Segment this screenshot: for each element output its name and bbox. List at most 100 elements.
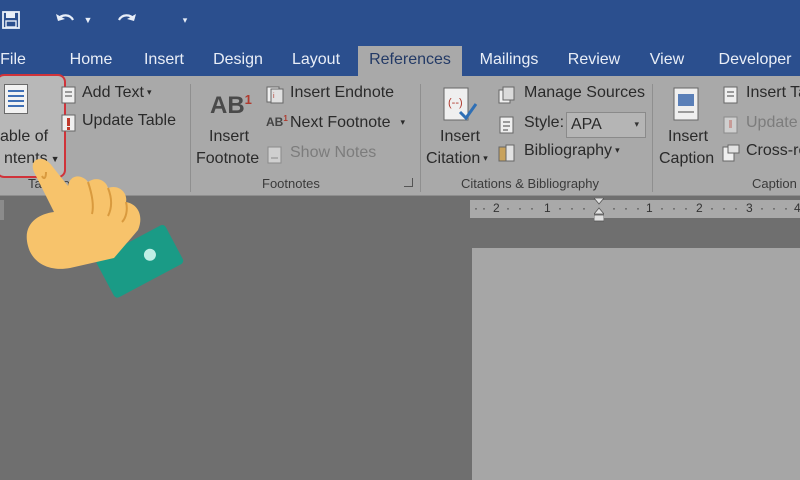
ruler-tick: · <box>760 201 764 215</box>
add-text-icon <box>61 86 76 104</box>
left-ruler-stub <box>0 200 4 220</box>
cross-reference-label: Cross-re <box>746 142 800 159</box>
ruler-tick: · <box>772 201 776 215</box>
ribbon-tab-bar: File Home Insert Design Layout Reference… <box>0 40 800 76</box>
pointing-hand-icon <box>18 150 188 310</box>
style-icon <box>499 116 514 134</box>
ruler-tick: · <box>518 201 522 215</box>
group-divider <box>652 84 653 192</box>
ruler-tick: · <box>734 201 738 215</box>
tab-developer[interactable]: Developer <box>710 46 800 76</box>
ruler-tick: · <box>784 201 788 215</box>
insert-citation-label-line1: Insert <box>440 128 481 145</box>
update-table-icon <box>61 114 76 132</box>
insert-caption-icon <box>673 87 699 121</box>
tab-layout[interactable]: Layout <box>286 46 346 76</box>
ruler-tick: · <box>558 201 562 215</box>
update-table-icon <box>723 116 738 134</box>
chevron-down-icon: ▾ <box>615 145 620 156</box>
ruler-tick: · <box>660 201 664 215</box>
update-table-of-figures-button[interactable]: Update <box>722 114 800 136</box>
chevron-down-icon: ▾ <box>146 87 152 98</box>
ruler-label: 4 <box>794 201 800 215</box>
tab-home[interactable]: Home <box>64 46 118 76</box>
ruler-tick: · <box>636 201 640 215</box>
table-of-contents-icon <box>4 84 28 114</box>
update-table-of-figures-label: Update <box>746 114 798 131</box>
ruler-tick: · <box>482 201 486 215</box>
customize-toolbar-icon[interactable]: ▾ <box>178 8 192 32</box>
tab-insert[interactable]: Insert <box>138 46 190 76</box>
bibliography-label: Bibliography ▾ <box>524 142 620 159</box>
style-selector: Style: APA ▾ <box>498 112 650 138</box>
next-footnote-button[interactable]: AB1 Next Footnote ▾ <box>266 114 412 136</box>
insert-endnote-icon: i <box>266 86 284 104</box>
insert-citation-label-line2: Citation ▾ <box>426 150 488 167</box>
tab-view[interactable]: View <box>644 46 690 76</box>
group-divider <box>420 84 421 192</box>
captions-group-label: Caption <box>752 176 797 191</box>
insert-table-of-figures-label: Insert Ta <box>746 84 800 101</box>
ruler-tick: · <box>710 201 714 215</box>
tab-review[interactable]: Review <box>562 46 626 76</box>
ruler-label: 2 <box>493 201 500 215</box>
add-text-button[interactable]: Add Text ▾ <box>60 84 170 106</box>
tab-file[interactable]: File <box>0 46 30 76</box>
ruler-tick: · <box>582 201 586 215</box>
insert-footnote-label-line2: Footnote <box>196 150 260 167</box>
document-page[interactable] <box>472 248 800 480</box>
style-dropdown-value: APA <box>571 116 602 133</box>
style-label: Style: <box>524 114 565 131</box>
add-text-label: Add Text ▾ <box>82 84 152 101</box>
insert-table-of-figures-button[interactable]: Insert Ta <box>722 84 800 106</box>
insert-caption-label-line1: Insert <box>668 128 709 145</box>
ruler-tick: · <box>684 201 688 215</box>
insert-footnote-button[interactable]: AB1 Insert Footnote <box>196 82 262 172</box>
tab-references[interactable]: References <box>358 46 462 76</box>
ruler-tick: · <box>624 201 628 215</box>
bibliography-button[interactable]: Bibliography ▾ <box>498 142 638 164</box>
show-notes-icon <box>267 146 282 164</box>
footnotes-group-label: Footnotes <box>262 176 320 191</box>
manage-sources-button[interactable]: Manage Sources <box>498 84 646 106</box>
insert-endnote-label: Insert Endnote <box>290 84 395 101</box>
tab-design[interactable]: Design <box>208 46 268 76</box>
footnote-icon: AB1 <box>210 92 252 119</box>
bibliography-icon <box>498 144 515 162</box>
svg-text:(--): (--) <box>448 97 463 109</box>
indent-marker-icon[interactable] <box>593 197 605 222</box>
redo-icon[interactable] <box>114 8 140 32</box>
cross-reference-button[interactable]: Cross-re <box>722 142 800 164</box>
table-of-figures-icon <box>723 86 738 104</box>
insert-footnote-label-line1: Insert <box>209 128 250 145</box>
insert-citation-button[interactable]: (--) Insert Citation ▾ <box>424 82 496 172</box>
show-notes-button[interactable]: Show Notes <box>266 144 386 166</box>
next-footnote-icon: AB1 <box>266 114 288 129</box>
save-icon[interactable] <box>0 8 22 32</box>
tab-mailings[interactable]: Mailings <box>472 46 546 76</box>
manage-sources-icon <box>498 86 515 104</box>
ruler-tick: · <box>672 201 676 215</box>
ruler-label: · <box>474 201 478 215</box>
next-footnote-label: Next Footnote ▾ <box>290 114 406 131</box>
undo-dropdown-icon[interactable]: ▼ <box>82 8 94 32</box>
citations-group-label: Citations & Bibliography <box>461 176 600 191</box>
chevron-down-icon: ▾ <box>400 117 406 128</box>
ruler-tick: · <box>612 201 616 215</box>
ruler-tick: · <box>506 201 510 215</box>
ruler-tick: · <box>530 201 534 215</box>
manage-sources-label: Manage Sources <box>524 84 645 101</box>
insert-citation-icon: (--) <box>443 87 478 121</box>
toc-button-label-line1: able of <box>0 128 49 145</box>
ruler-label: 1 <box>544 201 551 215</box>
update-table-button[interactable]: Update Table <box>60 112 182 134</box>
cross-reference-icon <box>722 144 740 162</box>
ruler-label: 3 <box>746 201 753 215</box>
undo-icon[interactable] <box>52 8 78 32</box>
insert-endnote-button[interactable]: i Insert Endnote <box>266 84 396 106</box>
insert-caption-button[interactable]: Insert Caption <box>656 82 720 172</box>
style-dropdown[interactable]: APA ▾ <box>566 112 646 138</box>
footnotes-dialog-launcher-icon[interactable] <box>404 178 413 187</box>
update-table-label: Update Table <box>82 112 176 129</box>
horizontal-ruler[interactable]: · 2 · · · · 1 · · · · · · 1 · · · 2 · · … <box>470 197 800 222</box>
